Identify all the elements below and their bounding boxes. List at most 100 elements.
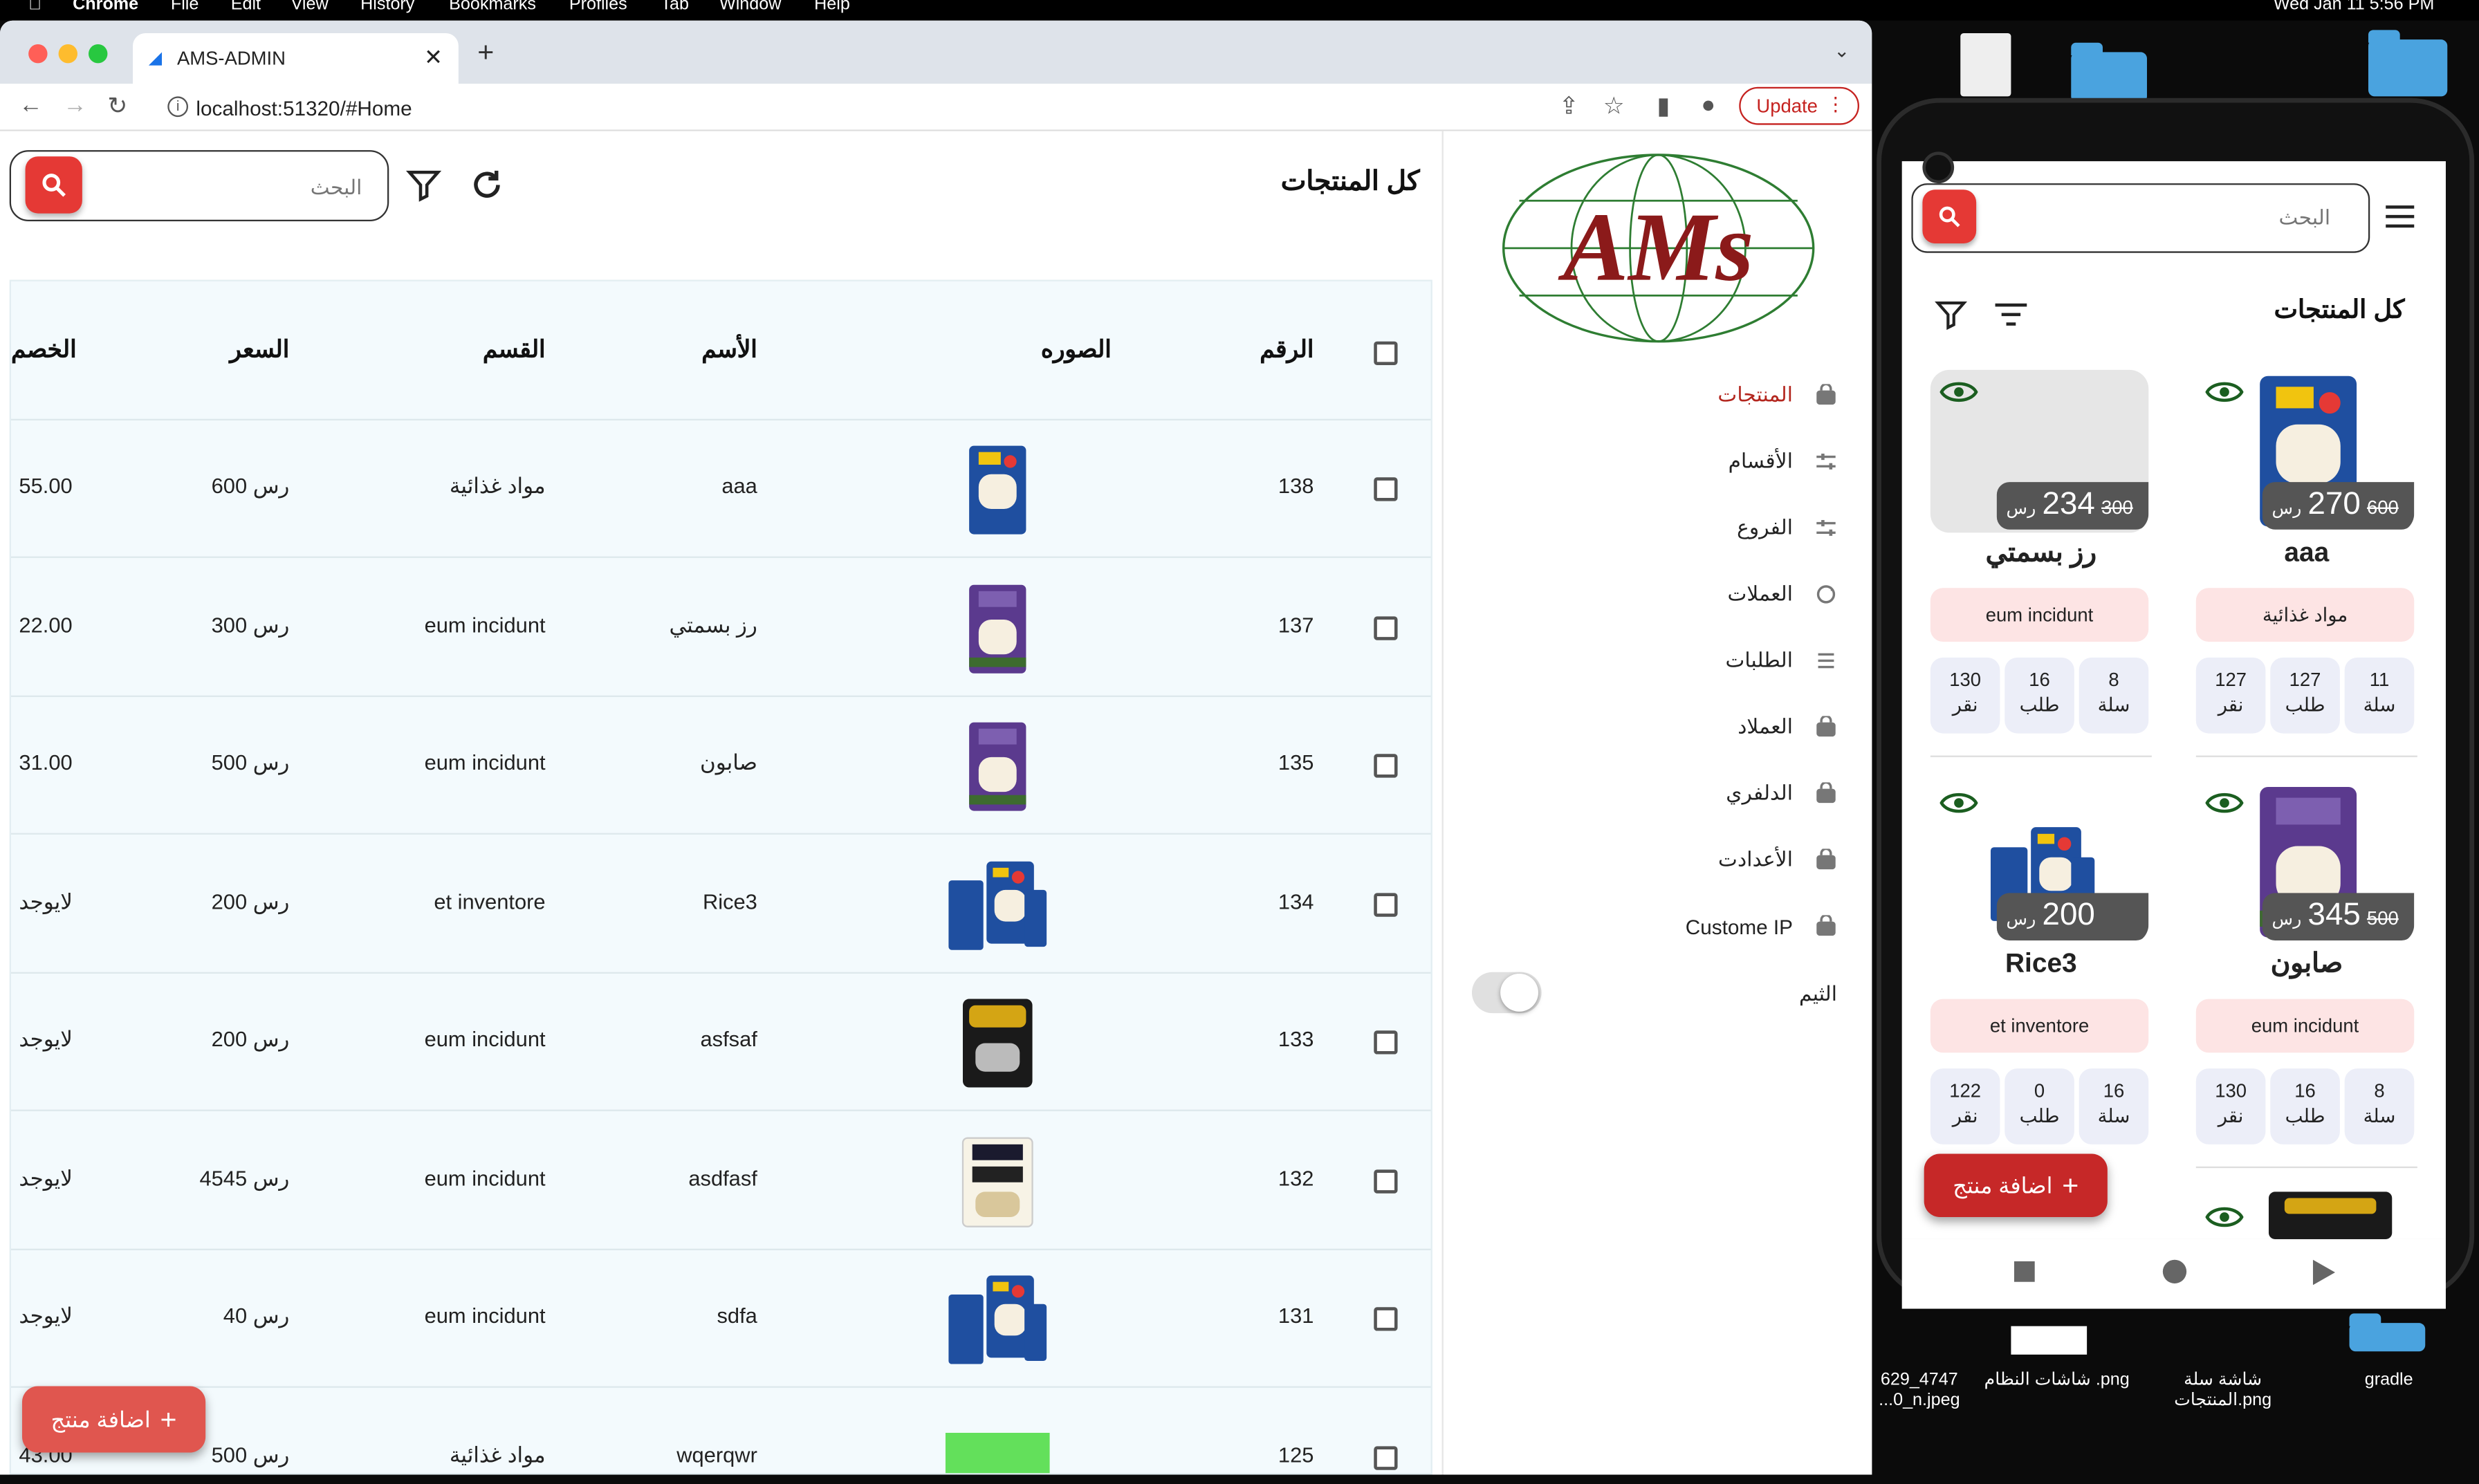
product-card[interactable]: رس 270 600 aaa مواد غذائية 11 سلة 127 طلب 127 نقر (2195, 369, 2417, 762)
file-thumbnail-icon[interactable] (2011, 1326, 2088, 1355)
menu-file[interactable]: File (171, 0, 199, 15)
row-checkbox[interactable] (1374, 1445, 1398, 1469)
bookmark-star-icon[interactable]: ☆ (1603, 92, 1625, 120)
eye-icon[interactable] (2205, 376, 2244, 408)
row-checkbox[interactable] (1374, 615, 1398, 640)
profile-icon[interactable]: ● (1701, 92, 1715, 119)
desktop-label[interactable]: شاشات النظام .png (1970, 1371, 2144, 1391)
eye-icon[interactable] (2205, 787, 2244, 819)
table-row[interactable]: 137 رز بسمتي eum incidunt 300 رس 22.00 (10, 559, 1431, 696)
apple-menu-icon[interactable]:  (28, 0, 42, 15)
sidebar-item[interactable]: Custome IP (1686, 907, 1837, 945)
new-tab-icon[interactable]: + (477, 37, 494, 70)
folder-icon[interactable] (2368, 30, 2448, 97)
sidebar-item[interactable]: المنتجات (1717, 376, 1837, 414)
search-input[interactable] (93, 167, 362, 206)
menu-tab[interactable]: Tab (661, 0, 689, 15)
table-row[interactable]: 138 aaa مواد غذائية 600 رس 55.00 (10, 420, 1431, 558)
theme-toggle[interactable] (1471, 972, 1542, 1014)
row-checkbox[interactable] (1374, 1169, 1398, 1193)
update-button[interactable]: Update ⋮ (1739, 86, 1859, 125)
table-row[interactable]: 134 Rice3 et inventore 200 رس لايوجد (10, 835, 1431, 973)
file-icon[interactable] (1960, 33, 2011, 97)
eye-icon[interactable] (1939, 376, 1978, 408)
sidebar-item[interactable]: الطلبات (1725, 642, 1837, 680)
phone-search-button[interactable] (1922, 189, 1977, 243)
home-icon[interactable] (2162, 1259, 2187, 1283)
table-row[interactable]: 132 asdfasf eum incidunt 4545 رس لايوجد (10, 1112, 1431, 1250)
sidebar-item[interactable]: الأقسام (1729, 443, 1837, 481)
desktop-label[interactable]: شاشة سلة المنتجات.png (2144, 1371, 2302, 1411)
category-chip[interactable]: eum incidunt (1930, 588, 2149, 642)
side-panel-icon[interactable]: ▮ (1657, 92, 1670, 120)
zoom-window-icon[interactable] (88, 44, 108, 64)
close-window-icon[interactable] (28, 44, 48, 64)
sidebar-item[interactable]: العملاد (1738, 708, 1837, 746)
address-bar[interactable]: i localhost:51320/#Home (151, 86, 1733, 129)
desktop-label[interactable]: gradle (2346, 1371, 2431, 1391)
back-icon[interactable]: ← (19, 92, 42, 119)
chevron-down-icon[interactable]: ⌄ (1834, 39, 1850, 62)
eye-icon[interactable] (1939, 787, 1978, 819)
close-tab-icon[interactable]: ✕ (424, 44, 443, 71)
kebab-menu-icon[interactable]: ⋮ (1826, 93, 1845, 115)
product-card[interactable]: رس 200 Rice3 et inventore 16 سلة 0 طلب 122 نقر (1930, 781, 2152, 1173)
table-row[interactable]: 125 wqerqwr مواد غذائية 500 رس 43.00 (11, 1389, 1431, 1474)
ams-logo[interactable]: AMs (1500, 150, 1816, 346)
category-chip[interactable]: et inventore (1930, 999, 2149, 1053)
row-checkbox[interactable] (1374, 754, 1398, 778)
sidebar-item[interactable]: العملات (1727, 575, 1837, 613)
sort-icon[interactable] (1993, 300, 2028, 328)
table-row[interactable]: 131 sdfa eum incidunt 40 رس لايوجد (10, 1250, 1431, 1388)
menubar-clock[interactable]: Wed Jan 11 5:56 PM (2274, 0, 2434, 15)
folder-icon[interactable] (2071, 42, 2147, 103)
category-chip[interactable]: eum incidunt (2195, 999, 2415, 1053)
col-discount[interactable]: الخصم (11, 335, 77, 364)
table-row[interactable]: 133 asfsaf eum incidunt 200 رس لايوجد (10, 974, 1431, 1111)
col-price[interactable]: السعر (230, 335, 289, 364)
recent-apps-icon[interactable] (2013, 1261, 2035, 1282)
product-card[interactable]: رس 234 300 رز بسمتي eum incidunt 8 سلة 16 طلب 130… (1930, 369, 2152, 762)
phone-search-input[interactable] (1982, 197, 2331, 236)
menu-bookmarks[interactable]: Bookmarks (449, 0, 536, 15)
product-card[interactable]: رس 345 500 صابون eum incidunt 8 سلة 16 طلب 130 نقر (2195, 781, 2417, 1173)
refresh-icon[interactable] (468, 166, 506, 204)
back-nav-icon[interactable] (2312, 1259, 2335, 1286)
row-checkbox[interactable] (1374, 1030, 1398, 1055)
menu-help[interactable]: Help (814, 0, 850, 15)
filter-icon[interactable] (1933, 297, 1968, 332)
sidebar-item[interactable]: الدلفري (1726, 775, 1837, 813)
add-product-button[interactable]: اضافة منتج + (21, 1386, 206, 1453)
col-category[interactable]: القسم (483, 335, 546, 364)
reload-icon[interactable]: ↻ (107, 92, 127, 120)
row-checkbox[interactable] (1374, 892, 1398, 916)
product-card-partial[interactable] (2196, 1185, 2417, 1239)
menu-chrome[interactable]: Chrome (73, 0, 138, 15)
hamburger-menu-icon[interactable] (2386, 203, 2417, 231)
category-chip[interactable]: مواد غذائية (2195, 588, 2415, 642)
select-all-checkbox[interactable] (1374, 341, 1398, 365)
col-id[interactable]: الرقم (1260, 335, 1314, 364)
col-image[interactable]: الصوره (1041, 335, 1112, 364)
row-checkbox[interactable] (1374, 1307, 1398, 1331)
sidebar-item[interactable]: الأعدادت (1718, 841, 1837, 879)
site-info-icon[interactable]: i (167, 96, 188, 118)
table-row[interactable]: 135 صابون eum incidunt 500 رس 31.00 (10, 697, 1431, 835)
filter-icon[interactable] (405, 166, 443, 204)
sidebar-item[interactable]: الفروع (1737, 509, 1837, 547)
col-name[interactable]: الأسم (701, 335, 757, 364)
desktop-label[interactable]: 629_4747 ...0_n.jpeg (1872, 1371, 1966, 1411)
search-button[interactable] (25, 156, 82, 214)
row-checkbox[interactable] (1374, 477, 1398, 501)
menu-view[interactable]: View (291, 0, 329, 15)
menu-profiles[interactable]: Profiles (569, 0, 627, 15)
menu-history[interactable]: History (360, 0, 414, 15)
browser-tab[interactable]: ◢ AMS-ADMIN ✕ (132, 33, 459, 84)
minimize-window-icon[interactable] (58, 44, 77, 64)
menu-edit[interactable]: Edit (231, 0, 261, 15)
folder-icon[interactable] (2349, 1313, 2426, 1352)
menu-window[interactable]: Window (719, 0, 781, 15)
eye-icon[interactable] (2205, 1201, 2244, 1233)
phone-add-product-button[interactable]: اضافة منتج + (1924, 1153, 2108, 1217)
share-icon[interactable]: ⇪ (1559, 92, 1579, 120)
